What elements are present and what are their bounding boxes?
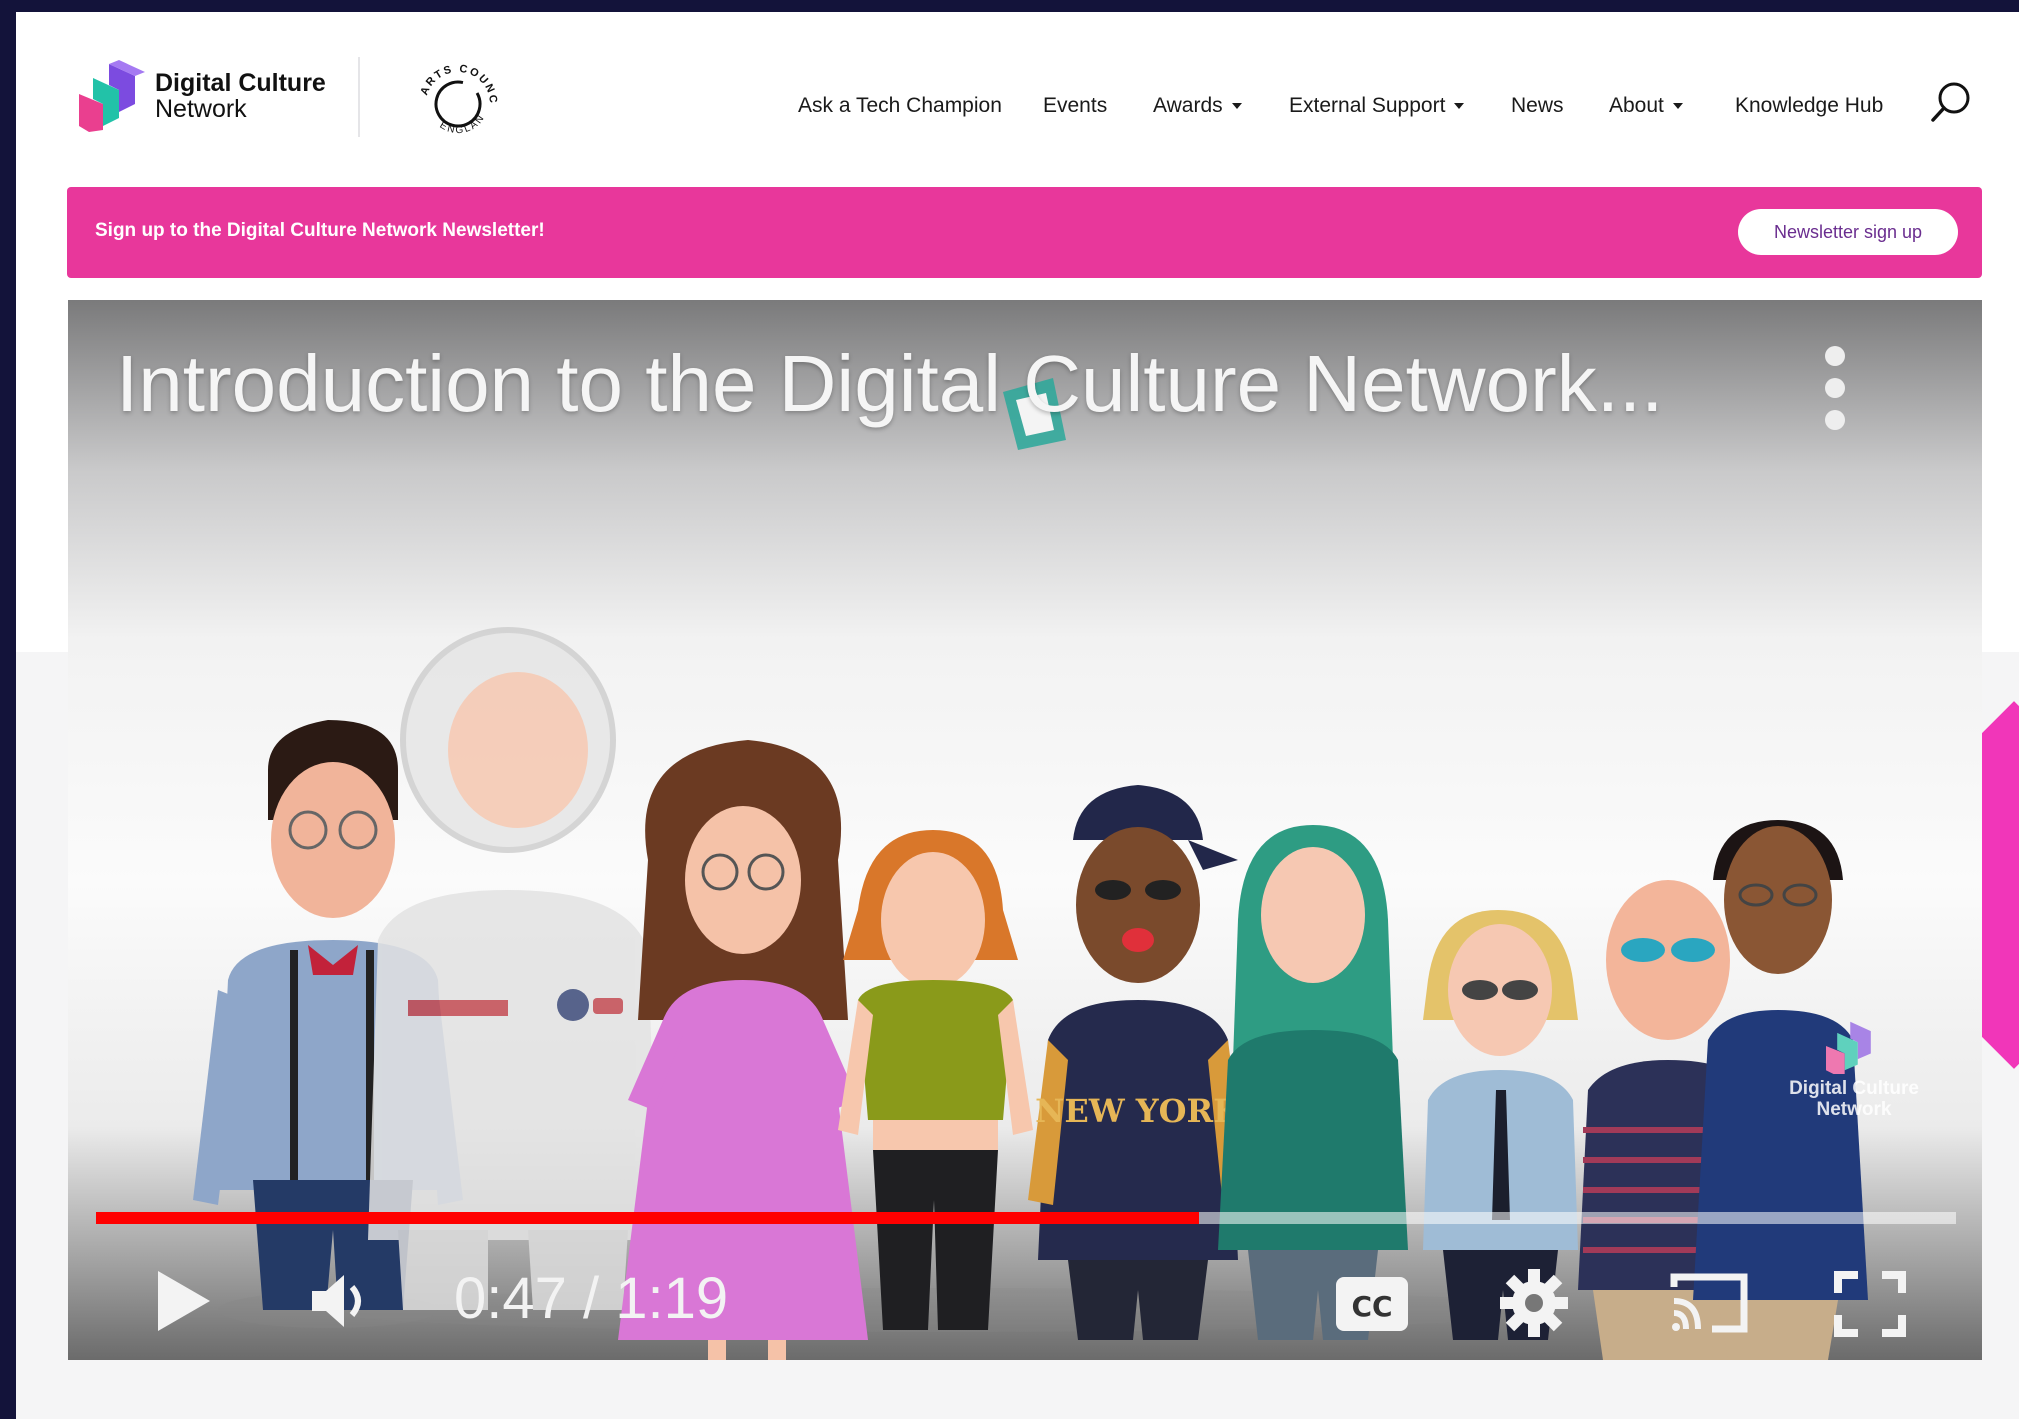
nav-news[interactable]: News: [1511, 94, 1564, 118]
watermark-logo-icon: [1826, 1021, 1871, 1074]
video-progress-bar[interactable]: [96, 1212, 1956, 1224]
nav-label: External Support: [1289, 94, 1446, 117]
site-header: Digital Culture Network ARTS COUNCIL ENG…: [16, 12, 2019, 177]
newsletter-signup-button[interactable]: Newsletter sign up: [1738, 209, 1958, 255]
fullscreen-icon[interactable]: [1834, 1271, 1906, 1337]
search-icon[interactable]: [1928, 78, 1976, 126]
nav-external-support[interactable]: External Support: [1289, 94, 1465, 118]
video-frame-illustration: NEW YORK: [193, 378, 1868, 1360]
banner-text: Sign up to the Digital Culture Network N…: [95, 220, 545, 241]
nav-about[interactable]: About: [1609, 94, 1683, 118]
play-icon[interactable]: [154, 1269, 212, 1333]
nav-label: Ask a Tech Champion: [798, 94, 1002, 117]
nav-label: Knowledge Hub: [1735, 94, 1884, 117]
watermark-line1: Digital Culture: [1789, 1078, 1919, 1099]
nav-label: Events: [1043, 94, 1108, 117]
nav-label: News: [1511, 94, 1564, 117]
main-nav: Ask a Tech Champion Events Awards Extern…: [16, 94, 2019, 124]
video-time: 0:47 / 1:19: [454, 1266, 729, 1331]
nav-label: Awards: [1153, 94, 1223, 117]
nav-ask-a-tech-champion[interactable]: Ask a Tech Champion: [798, 94, 1002, 118]
svg-text:CC: CC: [1351, 1290, 1392, 1323]
chevron-down-icon: [1454, 103, 1465, 110]
video-player[interactable]: NEW YORK Introduction to the Digital Cul…: [68, 300, 1982, 1360]
video-progress-played: [96, 1212, 1199, 1224]
nav-label: About: [1609, 94, 1664, 117]
page: Digital Culture Network ARTS COUNCIL ENG…: [16, 12, 2019, 1419]
nav-awards[interactable]: Awards: [1153, 94, 1242, 118]
volume-icon[interactable]: [310, 1273, 376, 1329]
jacket-print: NEW YORK: [1035, 1092, 1242, 1130]
captions-icon[interactable]: CC: [1334, 1275, 1410, 1333]
nav-knowledge-hub[interactable]: Knowledge Hub: [1735, 94, 1883, 118]
chevron-down-icon: [1672, 103, 1683, 110]
cast-icon[interactable]: [1668, 1271, 1750, 1335]
watermark-line2: Network: [1816, 1098, 1892, 1120]
video-watermark: Digital Culture Network: [1784, 1018, 1924, 1121]
settings-icon[interactable]: [1500, 1269, 1568, 1337]
nav-events[interactable]: Events: [1043, 94, 1107, 118]
video-title: Introduction to the Digital Culture Netw…: [116, 339, 1664, 428]
newsletter-banner: Sign up to the Digital Culture Network N…: [67, 187, 1982, 278]
more-options-icon[interactable]: [1820, 346, 1850, 430]
chevron-down-icon: [1231, 103, 1242, 110]
video-controls: 0:47 / 1:19 CC: [68, 1255, 1982, 1345]
logo-line1: Digital Culture: [155, 68, 326, 97]
